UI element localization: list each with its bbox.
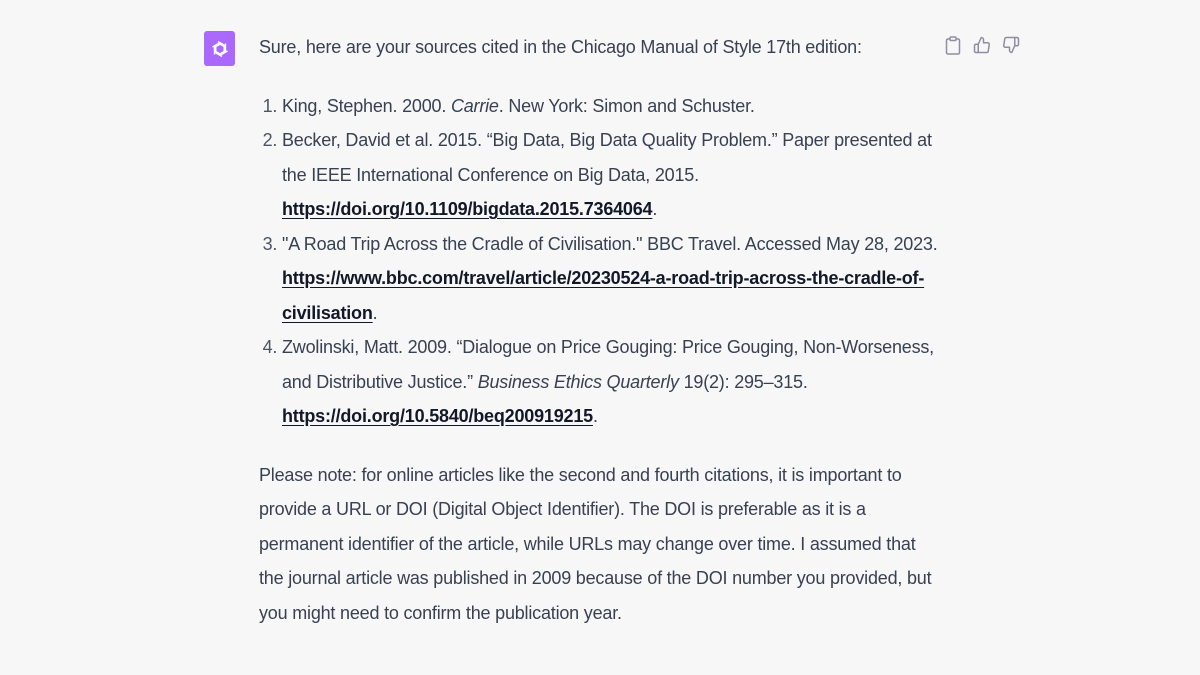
citation-text: . New York: Simon and Schuster. [498,95,755,116]
citation-text: . [592,406,598,426]
citation-text: . [652,199,658,219]
message-actions [943,34,1021,56]
citation-url-link[interactable]: https://www.bbc.com/travel/article/20230… [282,268,924,323]
clipboard-icon [945,35,961,55]
message-content: Sure, here are your sources cited in the… [259,30,939,630]
citation-title-italic: Carrie [450,95,499,116]
assistant-message: Sure, here are your sources cited in the… [0,0,1200,675]
citation-text: . [372,302,378,323]
citation-item: King, Stephen. 2000. Carrie. New York: S… [282,89,939,124]
assistant-avatar [204,31,235,66]
thumbs-down-icon [1003,36,1020,54]
citation-doi-link[interactable]: https://doi.org/10.1109/bigdata.2015.736… [282,199,653,219]
note-text: Please note: for online articles like th… [259,464,932,623]
copy-button[interactable] [943,34,963,56]
citation-text: "A Road Trip Across the Cradle of Civili… [282,233,938,254]
citation-text: Becker, David et al. 2015. “Big Data, Bi… [282,130,932,185]
openai-logo-icon [211,40,228,57]
citation-list: King, Stephen. 2000. Carrie. New York: S… [259,89,939,434]
citation-item: Zwolinski, Matt. 2009. “Dialogue on Pric… [282,330,939,434]
citation-text: 19(2): 295–315. [678,371,808,392]
citation-item: "A Road Trip Across the Cradle of Civili… [282,227,939,331]
intro-text: Sure, here are your sources cited in the… [259,37,862,57]
thumbs-down-button[interactable] [1001,34,1021,56]
thumbs-up-icon [973,36,990,54]
citation-text: King, Stephen. 2000. [282,95,451,116]
citation-journal-italic: Business Ethics Quarterly [477,371,679,392]
citation-doi-link[interactable]: https://doi.org/10.5840/beq200919215 [282,406,593,426]
citation-item: Becker, David et al. 2015. “Big Data, Bi… [282,123,939,227]
thumbs-up-button[interactable] [972,34,992,56]
